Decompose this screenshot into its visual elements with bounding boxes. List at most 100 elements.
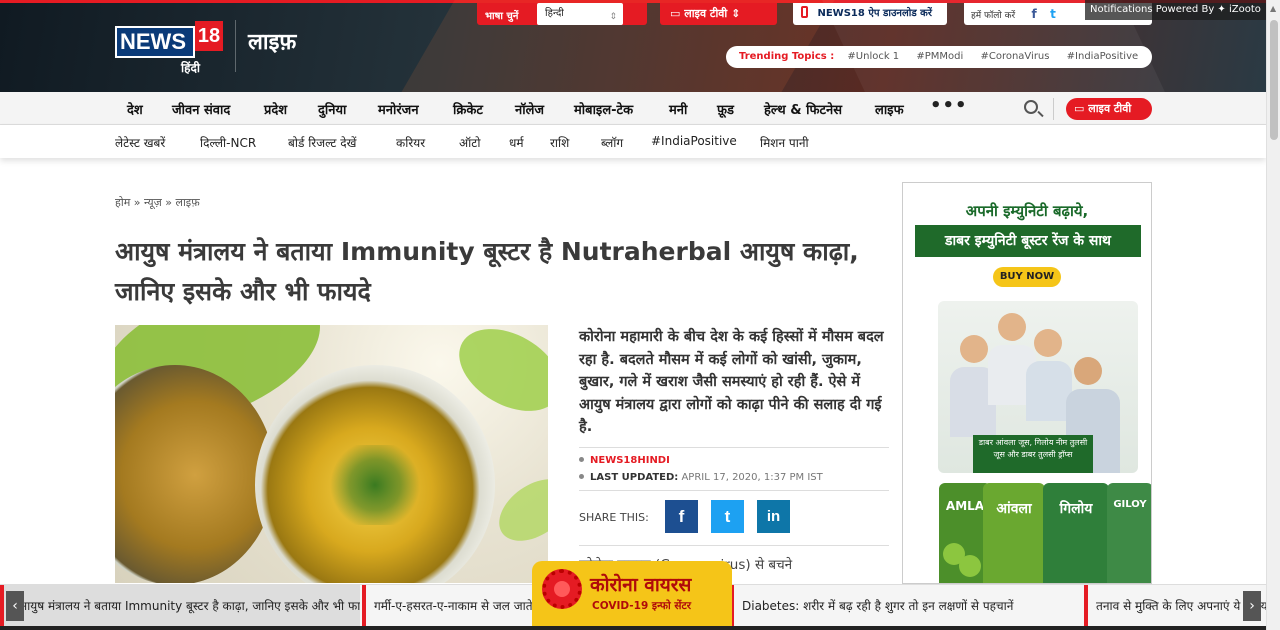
article-source: NEWS18HINDI — [579, 455, 670, 466]
language-selector[interactable]: भाषा चुनें हिन्दी ⇕ — [477, 3, 647, 25]
nav-item[interactable]: देश — [127, 100, 143, 118]
language-select[interactable]: हिन्दी ⇕ — [537, 3, 623, 25]
source-name[interactable]: NEWS18HINDI — [590, 455, 670, 466]
site-header: NEWS 18 हिंदी लाइफ़ भाषा चुनें हिन्दी ⇕ … — [0, 0, 1266, 92]
twitter-share-icon[interactable]: t — [711, 500, 744, 533]
twitter-icon[interactable]: t — [1045, 3, 1061, 25]
corona-info-center-badge[interactable]: कोरोना वायरस COVID-19 इन्फो सेंटर — [532, 561, 732, 627]
primary-nav: देश जीवन संवाद प्रदेश दुनिया मनोरंजन क्र… — [0, 92, 1266, 125]
person-icon — [1074, 357, 1102, 385]
trending-topic[interactable]: #CoronaVirus — [980, 51, 1049, 62]
nav-item[interactable]: क्रिकेट — [453, 100, 483, 118]
live-tv-button[interactable]: ▭ लाइव टीवी ⇕ — [660, 3, 777, 25]
virus-icon — [542, 569, 582, 609]
ticker-item[interactable]: तनाव से मुक्ति के लिए अपनाएं ये उपाय — [1084, 585, 1266, 627]
logo-18: 18 — [195, 21, 223, 51]
person-icon — [1034, 329, 1062, 357]
updown-arrow-icon: ⇕ — [609, 12, 617, 22]
subnav-item[interactable]: धर्म — [509, 134, 524, 151]
facebook-icon[interactable]: f — [1026, 3, 1042, 25]
ad-product-banner: डाबर आंवला जूस, गिलोय नीम तुलसी जूस और ड… — [973, 435, 1093, 473]
article-headline: आयुष मंत्रालय ने बताया Immunity बूस्टर ह… — [115, 237, 859, 306]
nav-item[interactable]: प्रदेश — [264, 100, 287, 118]
nav-item[interactable]: लाइफ — [875, 100, 904, 118]
notification-banner[interactable]: Notifications Powered By ✦ iZooto — [1085, 0, 1266, 20]
subnav-item[interactable]: राशि — [550, 134, 569, 151]
app-download-label: NEWS18 ऐप डाउनलोड करें — [817, 8, 932, 19]
linkedin-share-icon[interactable]: in — [757, 500, 790, 533]
trending-topic[interactable]: #IndiaPositive — [1067, 51, 1138, 62]
ticker-item[interactable]: Diabetes: शरीर में बढ़ रही है शुगर तो इन… — [730, 585, 1082, 627]
nav-item[interactable]: दुनिया — [318, 100, 346, 118]
section-title[interactable]: लाइफ़ — [248, 26, 296, 56]
advertisement-dabur[interactable]: अपनी इम्युनिटी बढ़ाये, डाबर इम्युनिटी बू… — [902, 182, 1152, 584]
search-icon[interactable] — [1024, 100, 1038, 114]
subnav-item[interactable]: ब्लॉग — [601, 134, 623, 151]
corona-title: कोरोना वायरस — [590, 574, 692, 596]
updated-label: LAST UPDATED: — [590, 472, 679, 483]
scrollbar-thumb[interactable] — [1270, 20, 1278, 140]
logo-news: NEWS — [115, 26, 195, 58]
trending-topic[interactable]: #PMModi — [916, 51, 963, 62]
nav-item[interactable]: मनी — [669, 100, 687, 118]
tv-icon: ▭ — [670, 7, 681, 20]
news18-logo[interactable]: NEWS 18 हिंदी — [115, 21, 223, 75]
buy-now-button[interactable]: BUY NOW — [993, 267, 1061, 287]
share-label: SHARE THIS: — [579, 511, 649, 524]
bullet-icon — [579, 457, 584, 462]
nav-item[interactable]: जीवन संवाद — [172, 100, 230, 118]
breadcrumb[interactable]: होम » न्यूज़ » लाइफ़ — [115, 195, 200, 210]
bottom-strip — [0, 626, 1266, 630]
trending-topics: Trending Topics : #Unlock 1 #PMModi #Cor… — [726, 46, 1152, 68]
article-updated: LAST UPDATED: APRIL 17, 2020, 1:37 PM IS… — [579, 472, 823, 483]
divider — [579, 545, 889, 546]
subnav-item[interactable]: मिशन पानी — [760, 134, 809, 151]
language-label: भाषा चुनें — [485, 11, 519, 22]
trending-topic[interactable]: #Unlock 1 — [847, 51, 899, 62]
ticker-prev-icon[interactable]: ‹ — [6, 591, 24, 621]
subnav-item[interactable]: करियर — [396, 134, 425, 151]
live-tv-label: लाइव टीवी — [684, 7, 728, 20]
secondary-nav: लेटेस्ट खबरें दिल्ली-NCR बोर्ड रिजल्ट दे… — [0, 125, 1266, 158]
person-icon — [998, 313, 1026, 341]
ad-tagline: अपनी इम्युनिटी बढ़ाये, — [965, 202, 1089, 220]
phone-icon — [801, 6, 808, 18]
scroll-up-icon[interactable]: ▲ — [1270, 4, 1276, 13]
ticker-next-icon[interactable]: › — [1243, 591, 1261, 621]
giloy-juice-bottle: GILOY — [1107, 483, 1151, 583]
nav-item[interactable]: नॉलेज — [515, 100, 544, 118]
follow-label: हमें फॉलो करें — [971, 11, 1016, 21]
subnav-item[interactable]: #IndiaPositive — [651, 134, 737, 148]
corona-subtitle: COVID-19 इन्फो सेंटर — [592, 600, 692, 612]
person-icon — [960, 335, 988, 363]
nav-item[interactable]: हेल्थ & फिटनेस — [764, 100, 842, 118]
subnav-item[interactable]: ऑटो — [459, 134, 480, 151]
leaf-shape — [487, 466, 548, 554]
article-hero-image — [115, 325, 548, 583]
facebook-share-icon[interactable]: f — [665, 500, 698, 533]
ticker-item[interactable]: आयुष मंत्रालय ने बताया Immunity बूस्टर ह… — [0, 585, 360, 627]
amla-juice-bottle: आंवला — [983, 483, 1045, 583]
trending-label: Trending Topics : — [739, 51, 835, 62]
chevron-icon: ⇕ — [731, 7, 741, 20]
nav-live-tv-label: लाइव टीवी — [1088, 102, 1132, 115]
page-scrollbar[interactable]: ▲ — [1266, 0, 1280, 630]
subnav-item[interactable]: लेटेस्ट खबरें — [115, 134, 165, 151]
article-lede: कोरोना महामारी के बीच देश के कई हिस्सों … — [579, 329, 884, 435]
updated-value: APRIL 17, 2020, 1:37 PM IST — [681, 472, 823, 483]
app-download-link[interactable]: NEWS18 ऐप डाउनलोड करें — [793, 3, 947, 25]
nav-item[interactable]: फ़ूड — [717, 100, 734, 118]
nav-item[interactable]: मोबाइल-टेक — [574, 100, 633, 118]
ticker-item[interactable]: गर्मी-ए-हसरत-ए-नाकाम से जल जाते हैं — [362, 585, 532, 627]
subnav-item[interactable]: बोर्ड रिजल्ट देखें — [288, 134, 356, 151]
nav-item[interactable]: मनोरंजन — [378, 100, 419, 118]
giloy-juice-bottle: गिलोय — [1043, 483, 1109, 583]
ad-headline: डाबर इम्युनिटी बूस्टर रेंज के साथ — [915, 225, 1141, 257]
bullet-icon — [579, 474, 584, 479]
nav-live-tv-button[interactable]: ▭ लाइव टीवी — [1066, 98, 1152, 120]
nav-divider — [1053, 98, 1054, 120]
subnav-item[interactable]: दिल्ली-NCR — [200, 134, 256, 151]
amla-fruit-icon — [959, 555, 981, 577]
divider — [579, 447, 889, 448]
more-menu-icon[interactable]: ••• — [930, 95, 968, 116]
